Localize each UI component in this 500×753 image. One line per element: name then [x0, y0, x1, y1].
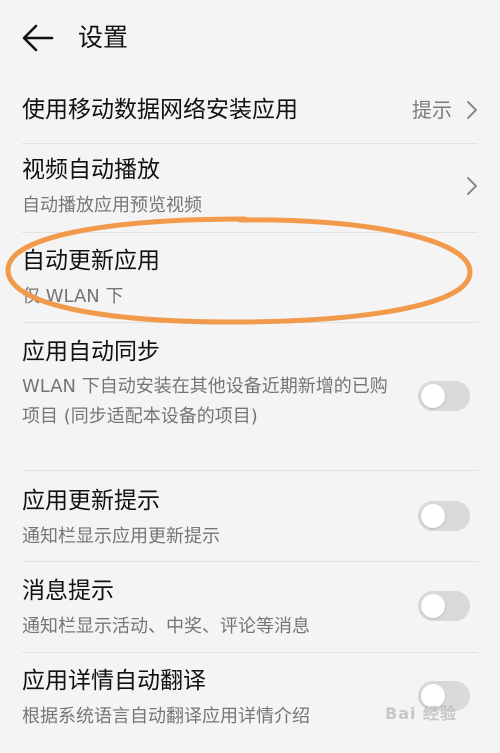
setting-title: 应用详情自动翻译: [22, 668, 206, 694]
setting-subtitle: 仅 WLAN 下: [22, 286, 124, 307]
app-sync-toggle[interactable]: [418, 381, 470, 411]
setting-title: 消息提示: [22, 578, 114, 604]
setting-row-mobile-data-install[interactable]: 使用移动数据网络安装应用 提示: [22, 90, 478, 130]
setting-subtitle: WLAN 下自动安装在其他设备近期新增的已购项目 (同步适配本设备的项目): [22, 376, 388, 427]
toggle-knob: [421, 594, 445, 618]
chevron-right-icon: [467, 101, 477, 119]
setting-subtitle: 通知栏显示活动、中奖、评论等消息: [22, 616, 310, 637]
setting-row-auto-update[interactable]: 自动更新应用 仅 WLAN 下: [22, 243, 478, 315]
setting-title: 应用自动同步: [22, 339, 160, 365]
watermark: Bai 经验: [385, 704, 458, 723]
divider: [22, 561, 478, 562]
divider: [22, 232, 478, 233]
header: 设置: [0, 0, 500, 76]
setting-title: 使用移动数据网络安装应用: [22, 97, 298, 123]
divider: [22, 322, 478, 323]
divider: [22, 470, 478, 471]
setting-row-app-sync[interactable]: 应用自动同步 WLAN 下自动安装在其他设备近期新增的已购项目 (同步适配本设备…: [22, 334, 478, 464]
setting-subtitle: 通知栏显示应用更新提示: [22, 526, 220, 547]
setting-row-update-notice[interactable]: 应用更新提示 通知栏显示应用更新提示: [22, 483, 478, 555]
chevron-right-icon: [467, 177, 477, 195]
setting-subtitle: 自动播放应用预览视频: [22, 195, 202, 216]
toggle-knob: [421, 504, 445, 528]
setting-title: 应用更新提示: [22, 488, 160, 514]
toggle-knob: [421, 384, 445, 408]
setting-subtitle: 根据系统语言自动翻译应用详情介绍: [22, 706, 310, 727]
arrow-left-icon[interactable]: [22, 24, 54, 52]
update-notice-toggle[interactable]: [418, 501, 470, 531]
setting-title: 视频自动播放: [22, 157, 160, 183]
message-notice-toggle[interactable]: [418, 591, 470, 621]
divider: [22, 143, 478, 144]
setting-title: 自动更新应用: [22, 248, 160, 274]
setting-row-message-notice[interactable]: 消息提示 通知栏显示活动、中奖、评论等消息: [22, 573, 478, 645]
page-title: 设置: [78, 23, 129, 52]
setting-value: 提示: [412, 98, 452, 122]
setting-row-video-autoplay[interactable]: 视频自动播放 自动播放应用预览视频: [22, 152, 478, 224]
divider: [22, 652, 478, 653]
